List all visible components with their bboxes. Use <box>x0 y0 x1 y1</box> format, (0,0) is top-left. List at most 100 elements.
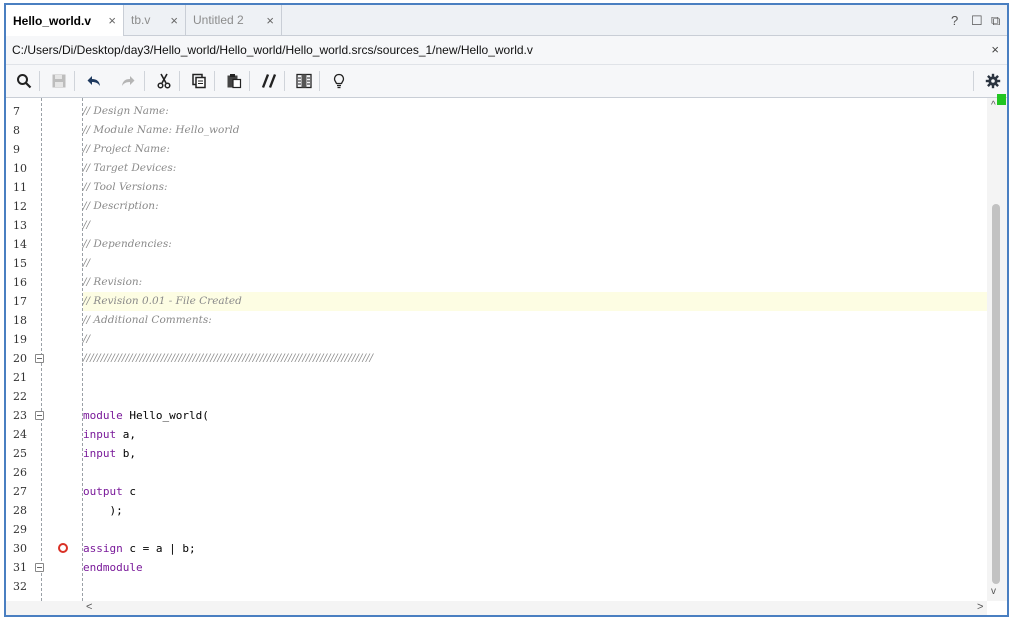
scroll-right-icon[interactable]: > <box>977 601 983 613</box>
toolbar-separator <box>179 71 180 91</box>
line-number: 32 <box>13 580 27 593</box>
line-number: 22 <box>13 390 27 403</box>
line-number: 7 <box>13 105 20 118</box>
line-number: 11 <box>13 181 27 194</box>
code-line[interactable]: // Additional Comments: <box>83 311 212 330</box>
fold-toggle-icon[interactable] <box>35 354 44 363</box>
code-line[interactable]: input a, <box>83 425 136 444</box>
scroll-left-icon[interactable]: < <box>86 601 92 613</box>
line-number: 19 <box>13 333 27 346</box>
close-icon[interactable]: × <box>170 13 178 28</box>
line-number: 15 <box>13 257 27 270</box>
code-line[interactable]: // Revision 0.01 - File Created <box>83 292 242 311</box>
keyword-token: module <box>83 409 123 422</box>
code-line[interactable]: input b, <box>83 444 136 463</box>
scroll-down-icon[interactable]: v <box>991 586 996 597</box>
close-icon[interactable]: × <box>266 13 274 28</box>
code-line[interactable]: // Target Devices: <box>83 159 176 178</box>
line-number: 17 <box>13 295 27 308</box>
close-icon[interactable]: × <box>991 42 999 57</box>
code-line[interactable]: // Description: <box>83 197 159 216</box>
copy-icon[interactable] <box>188 70 210 92</box>
tab-label: Untitled 2 <box>193 13 244 27</box>
line-number: 29 <box>13 523 27 536</box>
line-number: 30 <box>13 542 27 555</box>
code-line[interactable]: // <box>83 216 90 235</box>
scroll-up-icon[interactable]: ^ <box>991 100 996 111</box>
line-number: 28 <box>13 504 27 517</box>
code-line[interactable]: ); <box>83 501 122 520</box>
horizontal-scrollbar[interactable]: < > <box>6 601 987 615</box>
toolbar-separator <box>144 71 145 91</box>
keyword-token: endmodule <box>83 561 143 574</box>
toolbar-separator <box>214 71 215 91</box>
tab-untitled-2[interactable]: Untitled 2 × <box>186 5 282 35</box>
keyword-token: output <box>83 485 123 498</box>
line-number: 25 <box>13 447 27 460</box>
code-line[interactable]: // Project Name: <box>83 140 170 159</box>
paste-icon[interactable] <box>223 70 245 92</box>
code-line[interactable]: ////////////////////////////////////////… <box>83 349 373 368</box>
file-path-bar: C:/Users/Di/Desktop/day3/Hello_world/Hel… <box>6 36 1007 65</box>
redo-icon[interactable] <box>117 70 139 92</box>
editor-toolbar <box>6 65 1007 98</box>
code-line[interactable]: assign c = a | b; <box>83 539 196 558</box>
search-icon[interactable] <box>13 70 35 92</box>
line-number: 9 <box>13 143 20 156</box>
column-select-icon[interactable] <box>293 70 315 92</box>
line-number: 26 <box>13 466 27 479</box>
tab-tb[interactable]: tb.v × <box>124 5 186 35</box>
line-number: 14 <box>13 238 27 251</box>
tab-hello-world[interactable]: Hello_world.v × <box>6 5 124 36</box>
undo-icon[interactable] <box>83 70 105 92</box>
lightbulb-icon[interactable] <box>328 70 350 92</box>
code-line[interactable]: // <box>83 330 90 349</box>
fold-toggle-icon[interactable] <box>35 411 44 420</box>
float-icon[interactable]: ⧉ <box>991 13 1000 29</box>
line-number: 18 <box>13 314 27 327</box>
line-number: 10 <box>13 162 27 175</box>
line-number: 21 <box>13 371 27 384</box>
file-path: C:/Users/Di/Desktop/day3/Hello_world/Hel… <box>12 43 533 57</box>
code-editor[interactable]: 7 // Design Name: 8 // Module Name: Hello_w… <box>6 98 987 601</box>
close-icon[interactable]: × <box>108 13 116 28</box>
line-number: 24 <box>13 428 27 441</box>
toolbar-separator <box>319 71 320 91</box>
scroll-thumb[interactable] <box>992 204 1000 584</box>
overview-marker <box>997 94 1006 105</box>
toolbar-separator <box>973 71 974 91</box>
maximize-icon[interactable]: ☐ <box>971 13 983 29</box>
line-number: 8 <box>13 124 20 137</box>
code-line[interactable]: // Module Name: Hello_world <box>83 121 239 140</box>
save-icon[interactable] <box>48 70 70 92</box>
keyword-token: assign <box>83 542 123 555</box>
code-line[interactable]: // Revision: <box>83 273 142 292</box>
help-icon[interactable]: ? <box>951 13 958 28</box>
fold-toggle-icon[interactable] <box>35 563 44 572</box>
tab-label: Hello_world.v <box>13 13 92 28</box>
line-number: 16 <box>13 276 27 289</box>
vertical-scrollbar[interactable]: ^ v <box>987 98 1007 601</box>
cut-icon[interactable] <box>153 70 175 92</box>
code-line[interactable]: // Tool Versions: <box>83 178 168 197</box>
tab-label: tb.v <box>131 13 151 27</box>
line-number: 13 <box>13 219 27 232</box>
keyword-token: input <box>83 428 117 441</box>
settings-icon[interactable] <box>982 70 1004 92</box>
code-line[interactable]: // <box>83 254 90 273</box>
comment-toggle-icon[interactable] <box>258 70 280 92</box>
toolbar-separator <box>39 71 40 91</box>
code-line[interactable]: // Design Name: <box>83 102 169 121</box>
keyword-token: input <box>83 447 117 460</box>
code-line[interactable]: endmodule <box>83 558 143 577</box>
line-number: 12 <box>13 200 27 213</box>
tab-bar: Hello_world.v × tb.v × Untitled 2 × ? ☐ … <box>6 5 1007 36</box>
breakpoint-icon[interactable] <box>58 543 68 553</box>
editor-window: Hello_world.v × tb.v × Untitled 2 × ? ☐ … <box>4 3 1009 617</box>
code-line[interactable]: output c <box>83 482 136 501</box>
code-line[interactable]: module Hello_world( <box>83 406 209 425</box>
toolbar-separator <box>249 71 250 91</box>
code-line[interactable]: // Dependencies: <box>83 235 172 254</box>
toolbar-separator <box>284 71 285 91</box>
gutter-guide-line <box>41 98 42 601</box>
